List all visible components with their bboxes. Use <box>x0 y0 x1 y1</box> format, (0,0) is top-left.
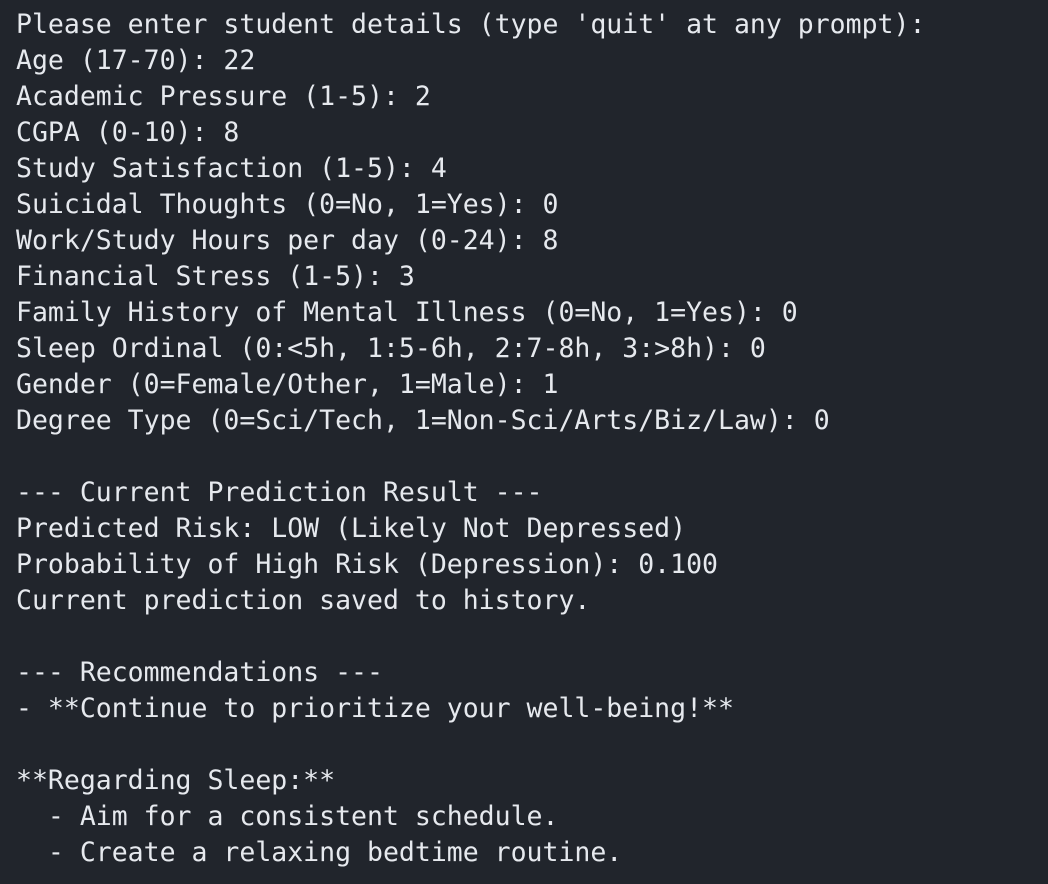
input-degree-type: Degree Type (0=Sci/Tech, 1=Non-Sci/Arts/… <box>16 405 830 436</box>
input-suicidal-thoughts: Suicidal Thoughts (0=No, 1=Yes): 0 <box>16 189 559 220</box>
predicted-risk: Predicted Risk: LOW (Likely Not Depresse… <box>16 513 687 544</box>
input-family-history: Family History of Mental Illness (0=No, … <box>16 297 798 328</box>
input-gender: Gender (0=Female/Other, 1=Male): 1 <box>16 369 559 400</box>
input-sleep-ordinal: Sleep Ordinal (0:<5h, 1:5-6h, 2:7-8h, 3:… <box>16 333 766 364</box>
prediction-section-header: --- Current Prediction Result --- <box>16 477 543 508</box>
input-study-satisfaction: Study Satisfaction (1-5): 4 <box>16 153 447 184</box>
history-saved-message: Current prediction saved to history. <box>16 585 591 616</box>
input-cgpa: CGPA (0-10): 8 <box>16 117 240 148</box>
input-financial-stress: Financial Stress (1-5): 3 <box>16 261 415 292</box>
sleep-tip-item: - Create a relaxing bedtime routine. <box>16 837 623 868</box>
recommendation-item: - **Continue to prioritize your well-bei… <box>16 693 734 724</box>
sleep-tip-item: - Aim for a consistent schedule. <box>16 801 559 832</box>
sleep-section-header: **Regarding Sleep:** <box>16 765 336 796</box>
recommendations-section-header: --- Recommendations --- <box>16 657 383 688</box>
risk-probability: Probability of High Risk (Depression): 0… <box>16 549 718 580</box>
input-age: Age (17-70): 22 <box>16 45 256 76</box>
input-academic-pressure: Academic Pressure (1-5): 2 <box>16 81 431 112</box>
input-work-study-hours: Work/Study Hours per day (0-24): 8 <box>16 225 559 256</box>
terminal-output[interactable]: Please enter student details (type 'quit… <box>0 0 1048 884</box>
prompt-header: Please enter student details (type 'quit… <box>16 9 926 40</box>
